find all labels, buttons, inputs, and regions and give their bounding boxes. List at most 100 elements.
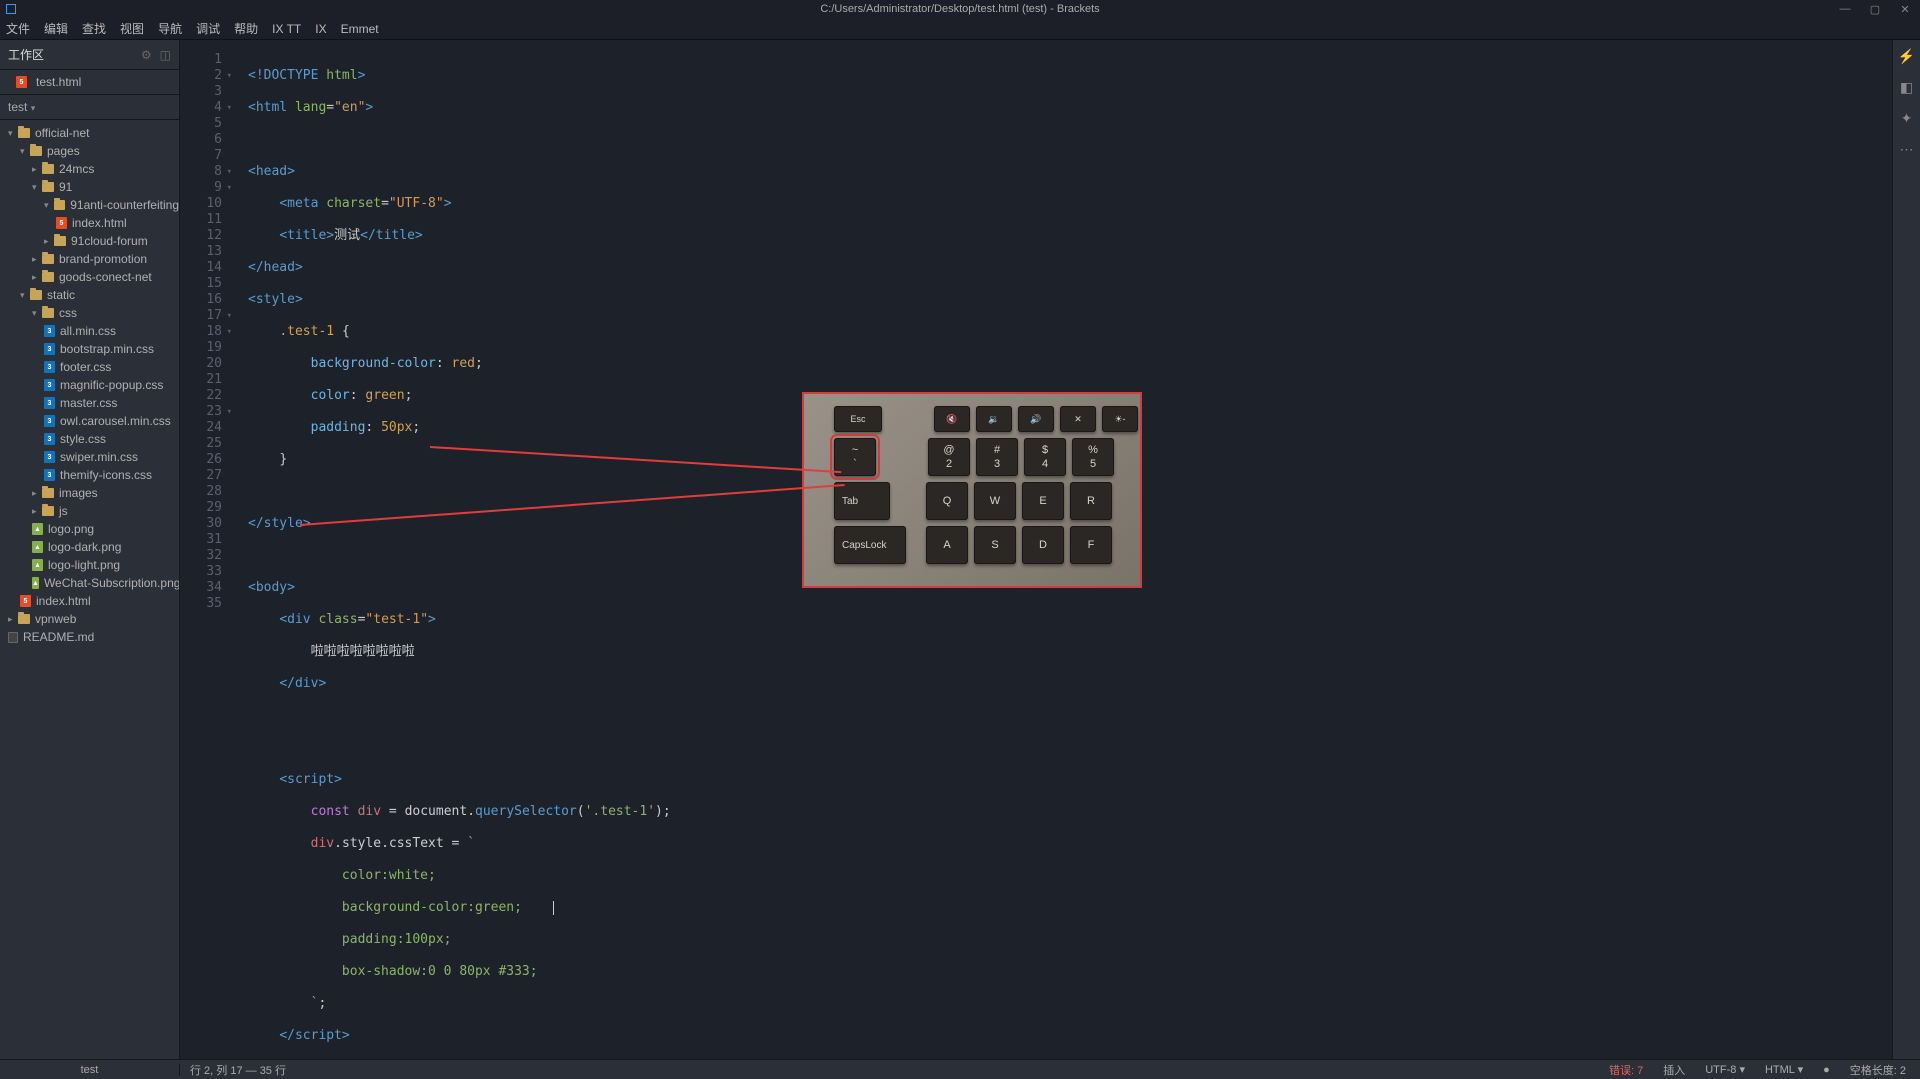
key-bright: ☀- <box>1102 406 1138 432</box>
status-errors[interactable]: 错误: 7 <box>1605 1062 1647 1078</box>
status-spaces[interactable]: 空格长度: 2 <box>1846 1062 1910 1078</box>
tree-file[interactable]: ▲logo-dark.png <box>0 538 179 556</box>
tree-folder[interactable]: ▸js <box>0 502 179 520</box>
status-cursor: 行 2, 列 17 — 35 行 <box>180 1062 286 1078</box>
css3-icon: 3 <box>44 433 55 445</box>
line-gutter: 12345 678910 1112131415 1617181920 21222… <box>180 40 230 1059</box>
folder-icon <box>42 488 54 498</box>
tree-file[interactable]: README.md <box>0 628 179 646</box>
png-icon: ▲ <box>32 559 43 571</box>
key-volup: 🔊 <box>1018 406 1054 432</box>
tree-file[interactable]: 3footer.css <box>0 358 179 376</box>
key-s: S <box>974 526 1016 564</box>
tree-file[interactable]: ▲WeChat-Subscription.png <box>0 574 179 592</box>
tree-file[interactable]: ▲logo-light.png <box>0 556 179 574</box>
tree-folder[interactable]: ▸vpnweb <box>0 610 179 628</box>
css3-icon: 3 <box>44 379 55 391</box>
menu-file[interactable]: 文件 <box>6 20 30 37</box>
tree-folder[interactable]: ▾css <box>0 304 179 322</box>
tree-file[interactable]: 3magnific-popup.css <box>0 376 179 394</box>
tree-file[interactable]: 3style.css <box>0 430 179 448</box>
menu-ixtt[interactable]: IX TT <box>272 22 301 36</box>
status-language[interactable]: HTML ▾ <box>1761 1063 1807 1076</box>
key-e: E <box>1022 482 1064 520</box>
key-esc: Esc <box>834 406 882 432</box>
status-circle-icon[interactable]: ● <box>1819 1064 1834 1076</box>
png-icon: ▲ <box>32 523 43 535</box>
minimize-button[interactable]: — <box>1830 0 1860 18</box>
wand-icon[interactable]: ✦ <box>1901 110 1913 127</box>
menubar: 文件 编辑 查找 视图 导航 调试 帮助 IX TT IX Emmet <box>0 18 1920 40</box>
sidebar-working-header: 工作区 ⚙ ◫ <box>0 40 179 70</box>
key-4: $4 <box>1024 438 1066 476</box>
tree-folder[interactable]: ▾static <box>0 286 179 304</box>
folder-icon <box>42 308 54 318</box>
maximize-button[interactable]: ▢ <box>1860 0 1890 18</box>
sidebar-working-label: 工作区 <box>8 46 44 63</box>
tree-file[interactable]: 3swiper.min.css <box>0 448 179 466</box>
html5-icon: 5 <box>16 76 27 88</box>
folder-icon <box>42 164 54 174</box>
folder-icon <box>42 506 54 516</box>
split-icon[interactable]: ◫ <box>160 48 171 62</box>
menu-view[interactable]: 视图 <box>120 20 144 37</box>
project-dropdown[interactable]: test <box>0 94 179 120</box>
key-tab: Tab <box>834 482 890 520</box>
tree-folder[interactable]: ▸brand-promotion <box>0 250 179 268</box>
css3-icon: 3 <box>44 325 55 337</box>
key-mute: 🔇 <box>934 406 970 432</box>
sidebar: 工作区 ⚙ ◫ 5 test.html test ▾official-net ▾… <box>0 40 180 1059</box>
key-d: D <box>1022 526 1064 564</box>
tree-folder[interactable]: ▸91cloud-forum <box>0 232 179 250</box>
folder-icon <box>30 290 42 300</box>
menu-help[interactable]: 帮助 <box>234 20 258 37</box>
key-w: W <box>974 482 1016 520</box>
tree-folder[interactable]: ▸24mcs <box>0 160 179 178</box>
css3-icon: 3 <box>44 469 55 481</box>
tree-file[interactable]: 3master.css <box>0 394 179 412</box>
extension-manager-icon[interactable]: ◧ <box>1900 79 1913 96</box>
css3-icon: 3 <box>44 397 55 409</box>
md-icon <box>8 632 18 643</box>
menu-emmet[interactable]: Emmet <box>341 22 379 36</box>
tree-folder[interactable]: ▸goods-conect-net <box>0 268 179 286</box>
tree-folder[interactable]: ▾91anti-counterfeiting <box>0 196 179 214</box>
keyboard-annotation: Esc 🔇 🔉 🔊 ✕ ☀- ~` @2 #3 $4 %5 Tab Q W E … <box>802 392 1142 588</box>
window-title: C:/Users/Administrator/Desktop/test.html… <box>820 3 1099 15</box>
status-encoding[interactable]: UTF-8 ▾ <box>1701 1063 1749 1076</box>
window-controls: — ▢ ✕ <box>1830 0 1920 18</box>
folder-icon <box>42 182 54 192</box>
live-preview-icon[interactable]: ⚡ <box>1898 48 1915 65</box>
tree-folder[interactable]: ▸images <box>0 484 179 502</box>
menu-find[interactable]: 查找 <box>82 20 106 37</box>
css3-icon: 3 <box>44 451 55 463</box>
project-name: test <box>8 100 27 114</box>
more-icon[interactable]: ⋯ <box>1900 141 1914 158</box>
tree-file[interactable]: 5index.html <box>0 592 179 610</box>
close-button[interactable]: ✕ <box>1890 0 1920 18</box>
menu-navigate[interactable]: 导航 <box>158 20 182 37</box>
tree-file[interactable]: 3themify-icons.css <box>0 466 179 484</box>
working-file-name: test.html <box>36 75 81 89</box>
css3-icon: 3 <box>44 415 55 427</box>
working-file[interactable]: 5 test.html <box>0 70 179 94</box>
png-icon: ▲ <box>32 577 39 589</box>
menu-edit[interactable]: 编辑 <box>44 20 68 37</box>
status-ins[interactable]: 插入 <box>1659 1062 1689 1078</box>
tree-file[interactable]: 3all.min.css <box>0 322 179 340</box>
menu-ix[interactable]: IX <box>315 22 326 36</box>
html5-icon: 5 <box>56 217 67 229</box>
tree-folder[interactable]: ▾91 <box>0 178 179 196</box>
menu-debug[interactable]: 调试 <box>196 20 220 37</box>
tree-file[interactable]: 5index.html <box>0 214 179 232</box>
tree-folder[interactable]: ▾pages <box>0 142 179 160</box>
png-icon: ▲ <box>32 541 43 553</box>
tree-file[interactable]: 3owl.carousel.min.css <box>0 412 179 430</box>
tree-folder[interactable]: ▾official-net <box>0 124 179 142</box>
tree-file[interactable]: 3bootstrap.min.css <box>0 340 179 358</box>
key-voldown: 🔉 <box>976 406 1012 432</box>
folder-icon <box>54 200 66 210</box>
gear-icon[interactable]: ⚙ <box>141 48 152 62</box>
folder-icon <box>18 128 30 138</box>
tree-file[interactable]: ▲logo.png <box>0 520 179 538</box>
